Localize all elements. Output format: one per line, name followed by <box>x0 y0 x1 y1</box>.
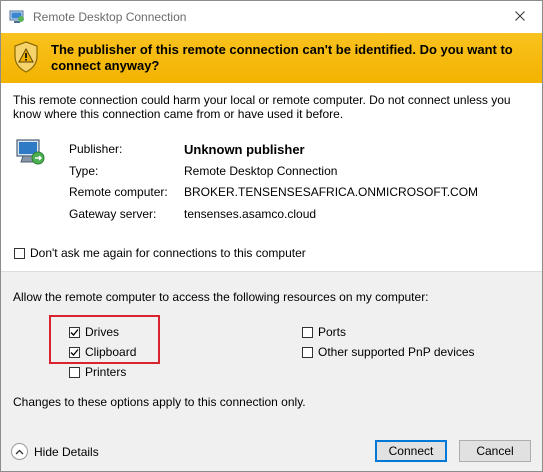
printers-checkbox-box[interactable] <box>69 366 80 378</box>
remote-desktop-dialog: Remote Desktop Connection The publisher … <box>0 0 543 472</box>
printers-label: Printers <box>85 365 127 379</box>
changes-note: Changes to these options apply to this c… <box>13 395 306 409</box>
warning-description: This remote connection could harm your l… <box>13 93 511 121</box>
checkmark-icon <box>70 328 79 336</box>
warning-shield-icon <box>13 41 39 73</box>
checkmark-icon <box>70 348 79 356</box>
drives-checkbox[interactable]: Drives <box>69 325 119 339</box>
pnp-devices-label: Other supported PnP devices <box>318 345 475 359</box>
ports-checkbox[interactable]: Ports <box>302 325 346 339</box>
close-icon <box>515 10 525 24</box>
hide-details-label: Hide Details <box>34 444 99 459</box>
remote-computer-value: BROKER.TENSENSESAFRICA.ONMICROSOFT.COM <box>184 185 479 199</box>
drives-label: Drives <box>85 325 120 339</box>
type-label: Type: <box>69 164 99 178</box>
chevron-up-icon <box>11 443 28 460</box>
cancel-button[interactable]: Cancel <box>459 440 531 462</box>
gateway-server-value: tensenses.asamco.cloud <box>184 207 317 221</box>
remote-computer-label: Remote computer: <box>69 185 168 199</box>
pnp-devices-checkbox-box[interactable] <box>302 346 313 358</box>
ports-label: Ports <box>318 325 347 339</box>
hide-details-toggle[interactable]: Hide Details <box>11 443 99 460</box>
gateway-server-label: Gateway server: <box>69 207 157 221</box>
publisher-label: Publisher: <box>69 142 123 156</box>
resources-section: Allow the remote computer to access the … <box>1 272 542 471</box>
window-title: Remote Desktop Connection <box>33 10 187 24</box>
title-bar: Remote Desktop Connection <box>1 1 542 33</box>
remote-desktop-app-icon <box>9 10 25 24</box>
drives-checkbox-box[interactable] <box>69 326 80 338</box>
close-button[interactable] <box>498 1 542 33</box>
warning-message: The publisher of this remote connection … <box>51 42 513 73</box>
warning-banner: The publisher of this remote connection … <box>1 33 542 83</box>
checkbox-box[interactable] <box>14 247 25 259</box>
remote-computer-icon <box>15 137 47 169</box>
clipboard-label: Clipboard <box>85 345 137 359</box>
clipboard-checkbox-box[interactable] <box>69 346 80 358</box>
pnp-devices-checkbox[interactable]: Other supported PnP devices <box>302 345 475 359</box>
ports-checkbox-box[interactable] <box>302 326 313 338</box>
dont-ask-again-label: Don't ask me again for connections to th… <box>30 246 306 260</box>
dont-ask-again-checkbox[interactable]: Don't ask me again for connections to th… <box>14 246 306 260</box>
clipboard-checkbox[interactable]: Clipboard <box>69 345 136 359</box>
resources-heading: Allow the remote computer to access the … <box>13 290 429 304</box>
connect-button[interactable]: Connect <box>375 440 447 462</box>
type-value: Remote Desktop Connection <box>184 164 338 178</box>
printers-checkbox[interactable]: Printers <box>69 365 126 379</box>
publisher-value: Unknown publisher <box>184 142 305 157</box>
